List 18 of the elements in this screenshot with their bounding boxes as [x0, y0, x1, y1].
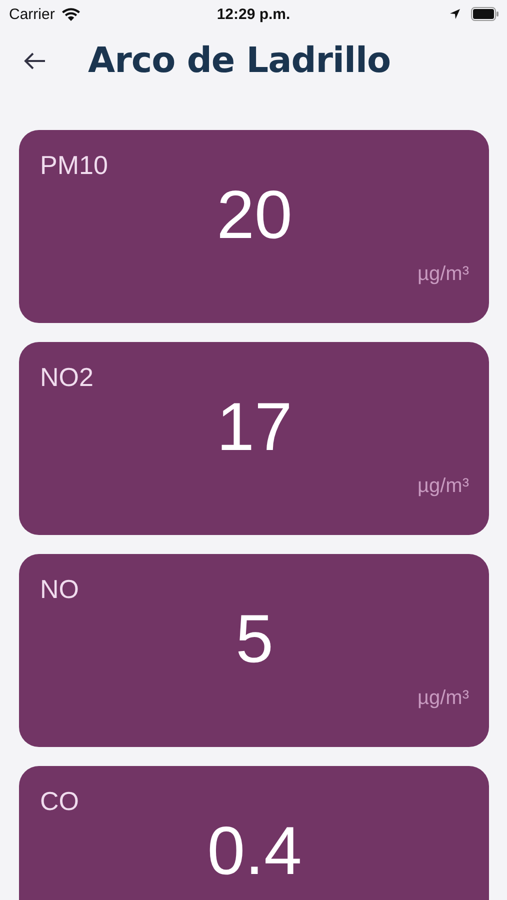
reading-value: 17: [216, 393, 292, 461]
wifi-icon: [60, 6, 81, 22]
location-arrow-icon: [449, 8, 461, 20]
status-time: 12:29 p.m.: [216, 6, 290, 22]
reading-unit: µg/m³: [417, 475, 469, 498]
reading-value: 20: [216, 181, 292, 249]
pollutant-name: PM10: [40, 150, 108, 181]
pollutant-name: NO2: [40, 362, 94, 393]
carrier-name: Carrier: [9, 6, 55, 22]
reading-unit: µg/m³: [417, 263, 469, 286]
reading-value: 0.4: [207, 817, 302, 885]
reading-value: 5: [236, 605, 274, 673]
back-button[interactable]: [24, 52, 46, 70]
page-title: Arco de Ladrillo: [88, 41, 391, 81]
battery-icon: [471, 7, 499, 21]
pollutant-name: NO: [40, 574, 79, 605]
reading-unit: µg/m³: [417, 687, 469, 710]
pollutant-name: CO: [40, 786, 79, 817]
